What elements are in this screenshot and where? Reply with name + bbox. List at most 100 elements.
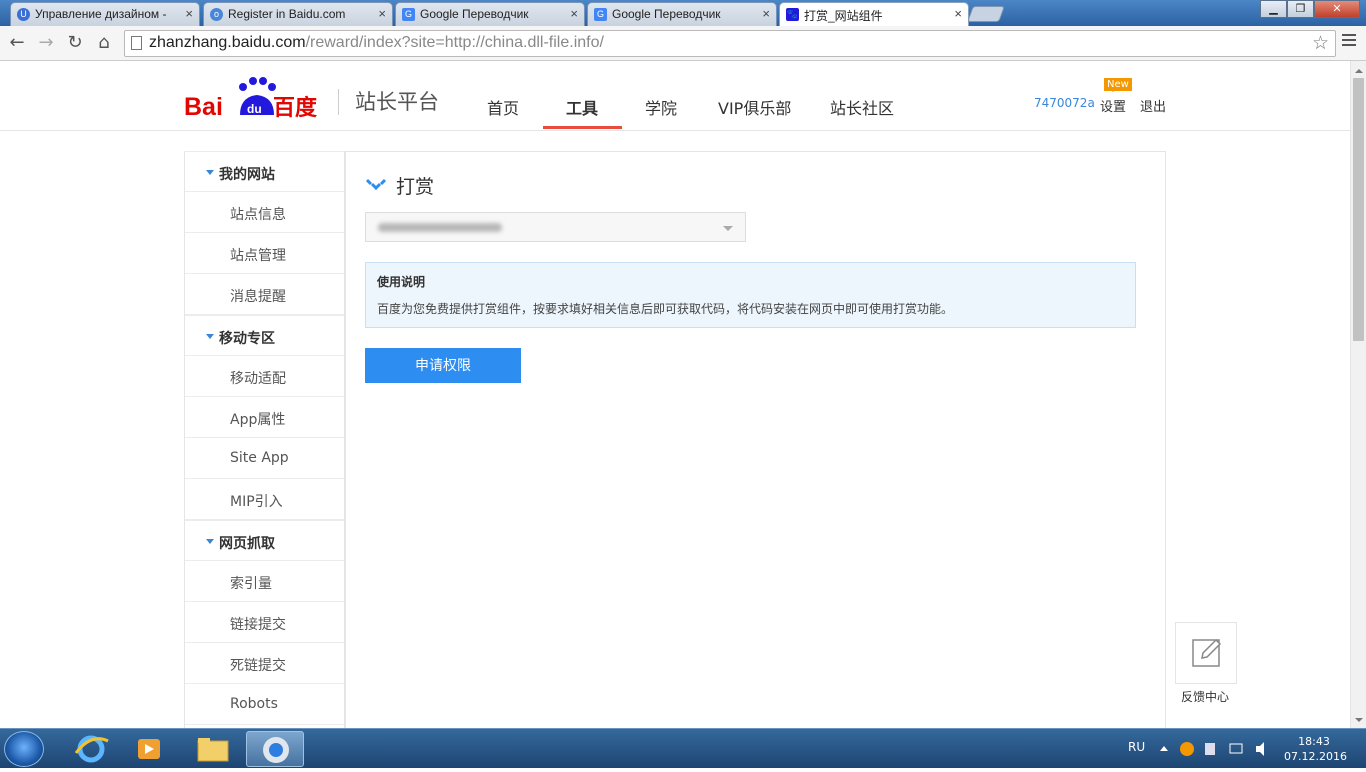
sidebar-item-index-volume[interactable]: 索引量 — [185, 561, 344, 602]
url-host: zhanzhang.baidu.com — [149, 34, 306, 51]
site-select[interactable] — [365, 212, 746, 242]
chrome-icon — [263, 737, 289, 763]
close-window-button[interactable]: ✕ — [1314, 0, 1360, 18]
menu-icon[interactable] — [1342, 34, 1356, 49]
tab-title: Управление дизайном - — [35, 7, 167, 21]
browser-tab-5[interactable]: 🐾 打赏_网站组件 × — [779, 2, 969, 27]
sidebar-item-site-info[interactable]: 站点信息 — [185, 192, 344, 233]
globe-icon: o — [210, 8, 223, 21]
sidebar-item-app-properties[interactable]: App属性 — [185, 397, 344, 438]
close-icon[interactable]: × — [954, 6, 962, 21]
new-badge: New — [1104, 78, 1132, 92]
sidebar-item-link-submit[interactable]: 链接提交 — [185, 602, 344, 643]
user-link[interactable]: 7470072a — [1034, 96, 1095, 110]
site-header: Bai du 百度 站长平台 首页 工具 学院 VIP俱乐部 站长社区 7470… — [0, 61, 1350, 131]
browser-tabstrip: U Управление дизайном - × o Register in … — [0, 0, 1366, 27]
browser-tab-1[interactable]: U Управление дизайном - × — [10, 2, 200, 26]
platform-title: 站长平台 — [338, 89, 439, 115]
settings-link[interactable]: 设置 — [1100, 96, 1126, 115]
reload-icon[interactable]: ↻ — [64, 32, 86, 53]
sidebar: 我的网站 站点信息 站点管理 消息提醒 移动专区 移动适配 App属性 Site… — [184, 151, 345, 731]
tab-title: Google Переводчик — [612, 7, 721, 21]
sidebar-item-site-app[interactable]: Site App — [185, 438, 344, 479]
feedback-label[interactable]: 反馈中心 — [1181, 688, 1229, 705]
tab-title: 打赏_网站组件 — [804, 9, 883, 23]
sidebar-item-site-management[interactable]: 站点管理 — [185, 233, 344, 274]
sidebar-item-mip[interactable]: MIP引入 — [185, 479, 344, 520]
chevron-down-icon — [723, 226, 733, 236]
active-nav-indicator — [543, 126, 622, 129]
logout-link[interactable]: 退出 — [1140, 96, 1166, 115]
browser-tab-2[interactable]: o Register in Baidu.com × — [203, 2, 393, 26]
browser-tab-4[interactable]: G Google Переводчик × — [587, 2, 777, 26]
media-player-icon — [138, 739, 160, 759]
maximize-button[interactable]: ❐ — [1287, 0, 1314, 18]
forward-icon[interactable]: → — [35, 32, 57, 53]
scroll-thumb[interactable] — [1353, 78, 1364, 341]
redacted-site-value — [378, 223, 502, 232]
google-translate-icon: G — [402, 8, 415, 21]
chevron-title-icon — [366, 178, 386, 190]
back-icon[interactable]: ← — [6, 32, 28, 53]
windows-taskbar: RU 18:43 07.12.2016 — [0, 728, 1366, 768]
browser-tab-3[interactable]: G Google Переводчик × — [395, 2, 585, 26]
nav-community[interactable]: 站长社区 — [830, 95, 894, 119]
page-icon — [131, 36, 142, 50]
close-icon[interactable]: × — [378, 6, 386, 21]
svg-text:du: du — [247, 102, 262, 116]
sidebar-item-dead-link-submit[interactable]: 死链提交 — [185, 643, 344, 684]
url-path: /reward/index?site=http://china.dll-file… — [305, 34, 604, 51]
tab-title: Google Переводчик — [420, 7, 529, 21]
explorer-taskbar-icon[interactable] — [184, 731, 242, 767]
ie-taskbar-icon[interactable] — [62, 731, 120, 767]
sidebar-item-robots[interactable]: Robots — [185, 684, 344, 725]
scroll-up-icon[interactable] — [1355, 65, 1363, 73]
close-icon[interactable]: × — [570, 6, 578, 21]
close-icon[interactable]: × — [185, 6, 193, 21]
minimize-button[interactable]: ▁ — [1260, 0, 1287, 18]
taskbar-clock[interactable]: 18:43 07.12.2016 — [1284, 734, 1347, 764]
google-translate-icon: G — [594, 8, 607, 21]
feedback-button[interactable] — [1175, 622, 1237, 684]
page-scrollbar[interactable] — [1350, 61, 1366, 728]
nav-academy[interactable]: 学院 — [645, 95, 677, 119]
svg-text:百度: 百度 — [273, 95, 318, 119]
nav-vip-club[interactable]: VIP俱乐部 — [718, 95, 791, 119]
address-bar[interactable]: zhanzhang.baidu.com/reward/index?site=ht… — [124, 30, 1336, 57]
new-tab-button[interactable] — [967, 6, 1005, 22]
home-icon[interactable]: ⌂ — [93, 32, 115, 53]
apply-permission-button[interactable]: 申请权限 — [365, 348, 521, 383]
clock-date: 07.12.2016 — [1284, 750, 1347, 763]
chrome-taskbar-icon[interactable] — [246, 731, 304, 767]
edit-icon — [1192, 638, 1222, 667]
folder-icon — [197, 738, 229, 762]
system-tray-icons[interactable] — [1156, 741, 1266, 757]
info-title: 使用说明 — [377, 275, 426, 289]
language-indicator[interactable]: RU — [1128, 740, 1145, 754]
scroll-down-icon[interactable] — [1355, 718, 1363, 726]
unbounce-icon: U — [17, 8, 30, 21]
internet-explorer-icon — [74, 735, 109, 763]
clock-time: 18:43 — [1298, 735, 1330, 748]
close-icon[interactable]: × — [762, 6, 770, 21]
info-text: 百度为您免费提供打赏组件，按要求填好相关信息后即可获取代码，将代码安装在网页中即… — [377, 302, 954, 316]
nav-home[interactable]: 首页 — [487, 95, 519, 119]
start-button[interactable] — [4, 731, 44, 767]
sidebar-item-mobile-adaptation[interactable]: 移动适配 — [185, 356, 344, 397]
nav-tools[interactable]: 工具 — [566, 95, 598, 119]
media-player-taskbar-icon[interactable] — [120, 731, 178, 767]
svg-text:Bai: Bai — [184, 93, 223, 119]
browser-toolbar: ← → ↻ ⌂ zhanzhang.baidu.com/reward/index… — [0, 26, 1366, 61]
tab-title: Register in Baidu.com — [228, 7, 346, 21]
baidu-paw-icon: 🐾 — [786, 8, 799, 21]
sidebar-item-message-alerts[interactable]: 消息提醒 — [185, 274, 344, 315]
usage-info-box: 使用说明 百度为您免费提供打赏组件，按要求填好相关信息后即可获取代码，将代码安装… — [365, 262, 1136, 328]
baidu-logo[interactable]: Bai du 百度 — [184, 75, 324, 119]
sidebar-group-crawling[interactable]: 网页抓取 — [185, 520, 344, 561]
bookmark-star-icon[interactable]: ☆ — [1312, 32, 1329, 55]
page-title: 打赏 — [396, 176, 435, 198]
sidebar-group-mobile[interactable]: 移动专区 — [185, 315, 344, 356]
window-controls: ▁ ❐ ✕ — [1260, 0, 1360, 18]
sidebar-group-my-sites[interactable]: 我的网站 — [185, 151, 344, 192]
main-content: 打赏 使用说明 百度为您免费提供打赏组件，按要求填好相关信息后即可获取代码，将代… — [345, 151, 1166, 731]
